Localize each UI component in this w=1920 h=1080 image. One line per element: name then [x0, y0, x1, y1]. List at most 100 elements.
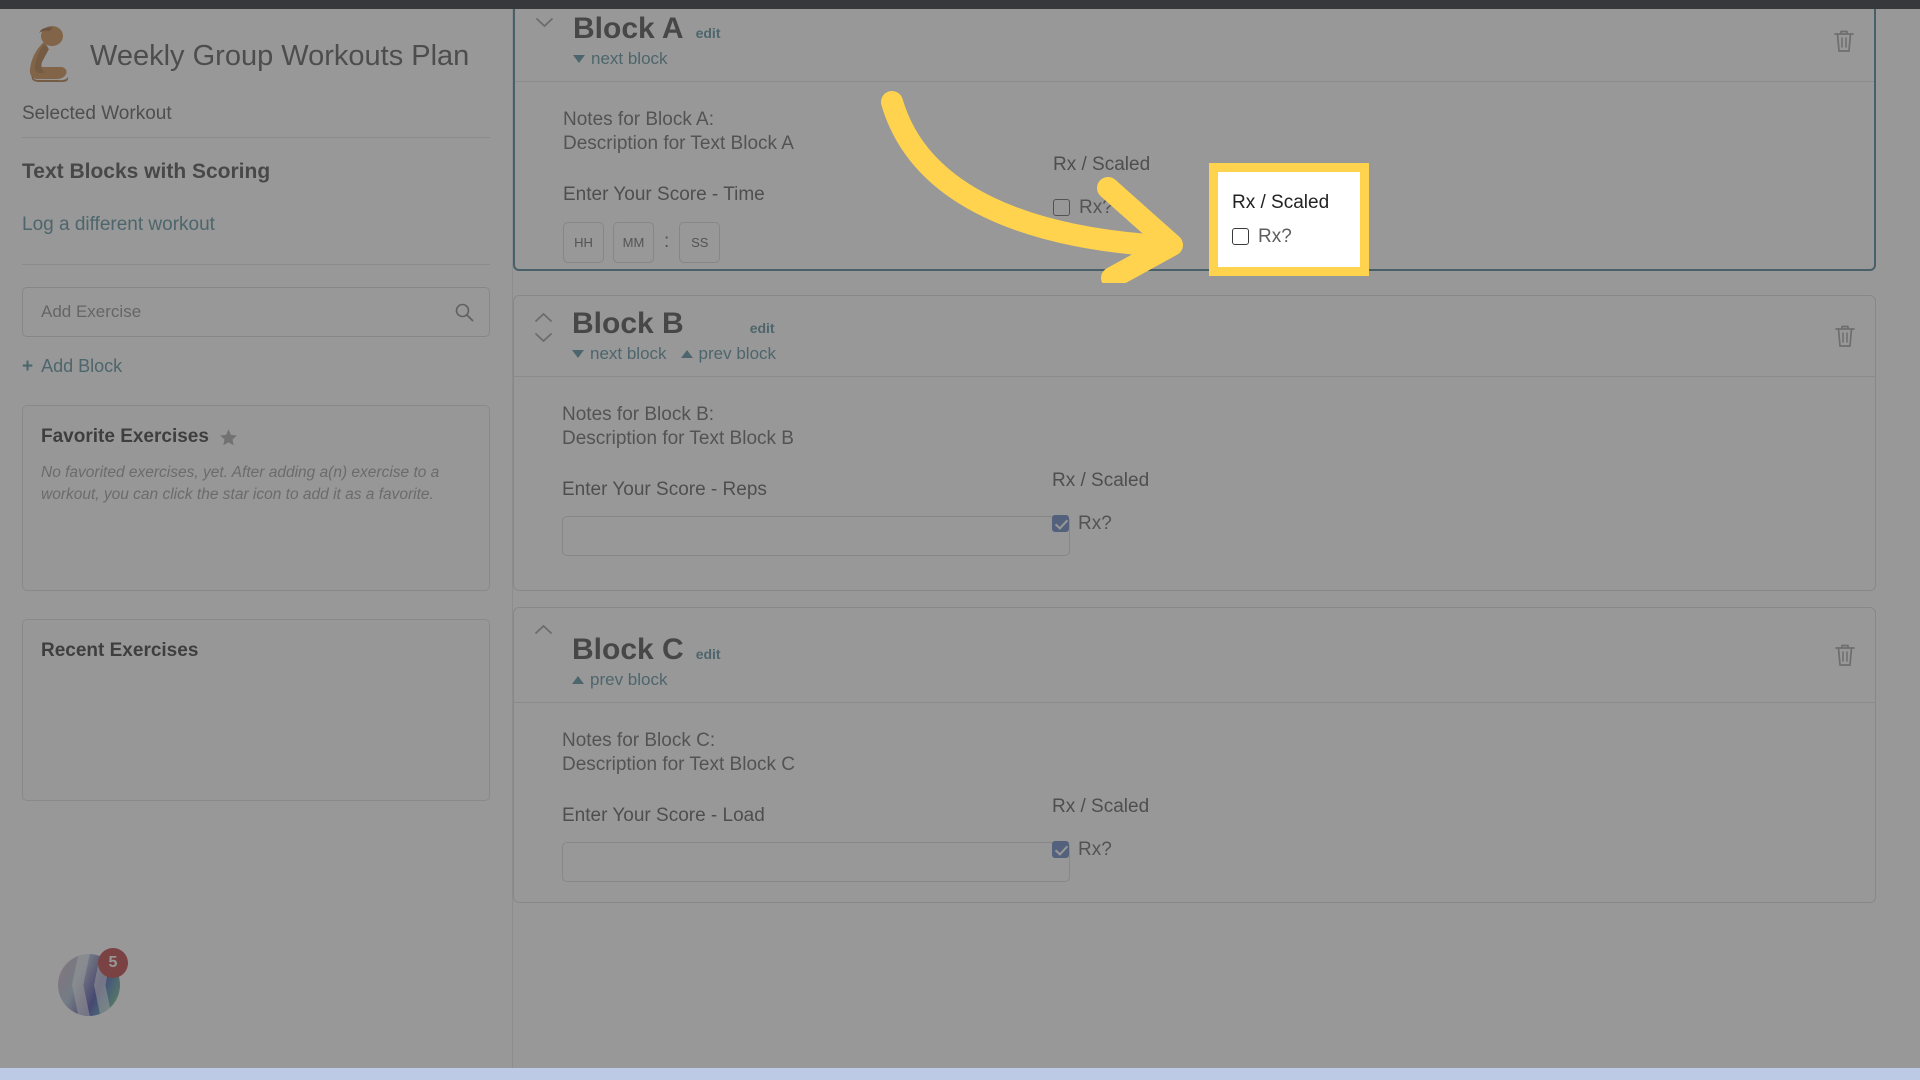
block-c-rx-label[interactable]: Rx?: [1078, 839, 1112, 861]
block-b-title-row: Block B edit: [572, 308, 1875, 340]
favorite-exercises-empty-text: No favorited exercises, yet. After addin…: [41, 464, 440, 504]
recent-exercises-title: Recent Exercises: [41, 640, 199, 661]
browser-chrome-strip: [0, 0, 1920, 9]
block-a-hours-input[interactable]: HH: [563, 221, 604, 263]
block-a-head-body: Block A edit next block: [573, 13, 1874, 69]
block-c-score-input[interactable]: [562, 841, 1070, 882]
block-b-delete-icon[interactable]: [1833, 323, 1857, 349]
block-b-prev-label: prev block: [698, 343, 777, 363]
log-different-workout-link[interactable]: Log a different workout: [22, 184, 490, 265]
star-icon: [220, 428, 237, 445]
rx-scaled-highlight-callout: Rx / Scaled Rx?: [1209, 163, 1369, 276]
block-b-rx-title: Rx / Scaled: [1052, 469, 1150, 491]
recent-exercises-panel: Recent Exercises: [22, 619, 490, 801]
curved-arrow-icon: [881, 91, 1183, 283]
block-a-delete-icon[interactable]: [1832, 28, 1856, 54]
triangle-up-icon: [680, 349, 693, 358]
block-c-edit-link[interactable]: edit: [696, 646, 721, 662]
block-b-nav-row: next block prev block: [572, 344, 1875, 364]
float-widget[interactable]: 5: [58, 948, 128, 1016]
block-card-c: Block C edit prev block Notes for Block …: [513, 607, 1876, 903]
block-header-b: Block B edit next block prev block: [514, 296, 1875, 377]
block-card-b: Block B edit next block prev block Notes…: [513, 295, 1876, 591]
block-a-next-block-link[interactable]: next block: [573, 49, 668, 69]
highlight-rx-scaled-title: Rx / Scaled: [1232, 191, 1330, 213]
block-b-prev-block-link[interactable]: prev block: [680, 343, 777, 364]
block-a-nav-row: next block: [573, 49, 1874, 69]
block-b-next-block-link[interactable]: next block: [572, 344, 667, 364]
block-b-title: Block B: [572, 307, 684, 340]
wave-stripe: [72, 954, 91, 1016]
block-b-rx-checkbox[interactable]: [1052, 515, 1069, 532]
block-a-edit-link[interactable]: edit: [696, 25, 721, 41]
block-c-nav-row: prev block: [572, 670, 1875, 690]
triangle-down-icon: [573, 54, 585, 63]
block-a-title: Block A: [573, 12, 684, 45]
brand-row: Weekly Group Workouts Plan: [22, 9, 490, 91]
highlight-rx-checkbox[interactable]: [1232, 228, 1249, 245]
favorite-exercises-title: Favorite Exercises: [41, 426, 209, 447]
block-b-body: Notes for Block B: Description for Text …: [514, 377, 1875, 586]
add-exercise-field-wrap: [22, 287, 490, 337]
block-c-prev-label: prev block: [590, 669, 668, 689]
add-block-label: Add Block: [41, 356, 123, 376]
block-c-rx-title: Rx / Scaled: [1052, 795, 1150, 817]
block-a-chevrons: [515, 13, 573, 28]
block-c-notes-label: Notes for Block C:: [562, 729, 716, 751]
block-b-score-input[interactable]: [562, 515, 1070, 556]
page-title: Weekly Group Workouts Plan: [90, 39, 470, 72]
notification-badge[interactable]: 5: [98, 948, 128, 978]
block-a-notes-text: Description for Text Block A: [563, 133, 794, 155]
triangle-up-icon: [572, 675, 584, 684]
selected-workout-label: Selected Workout: [22, 91, 490, 138]
plus-icon: +: [22, 356, 34, 377]
favorite-exercises-header: Favorite Exercises: [41, 426, 471, 448]
highlight-rx-row: Rx?: [1232, 226, 1360, 248]
block-c-score-label: Enter Your Score - Load: [562, 804, 765, 826]
kneeling-athlete-logo-icon: [29, 26, 69, 82]
add-block-button[interactable]: + Add Block: [22, 356, 122, 377]
block-c-rx-column: Rx / Scaled Rx?: [1052, 796, 1149, 861]
block-c-delete-icon[interactable]: [1833, 642, 1857, 668]
chevron-down-icon[interactable]: [535, 17, 554, 28]
block-c-chevrons: [514, 620, 572, 635]
workout-name: Text Blocks with Scoring: [22, 160, 271, 183]
block-c-rx-row: Rx?: [1052, 839, 1149, 861]
sidebar: Weekly Group Workouts Plan Selected Work…: [0, 9, 512, 1068]
block-b-chevrons: [514, 308, 572, 343]
block-b-edit-link[interactable]: edit: [750, 320, 775, 336]
block-b-rx-row: Rx?: [1052, 513, 1149, 535]
block-header-a: Block A edit next block: [515, 9, 1874, 82]
block-b-notes-label: Notes for Block B:: [562, 403, 715, 425]
bottom-strip: [0, 1068, 1920, 1080]
block-b-next-label: next block: [590, 343, 667, 363]
block-a-minutes-input[interactable]: MM: [613, 221, 654, 263]
chevron-up-icon[interactable]: [534, 312, 553, 323]
block-b-score-label: Enter Your Score - Reps: [562, 478, 767, 500]
block-b-rx-column: Rx / Scaled Rx?: [1052, 470, 1149, 535]
triangle-down-icon: [572, 349, 584, 358]
chevron-down-icon[interactable]: [534, 332, 553, 343]
block-a-notes-label: Notes for Block A:: [563, 108, 715, 130]
recent-exercises-header: Recent Exercises: [41, 640, 471, 662]
favorite-exercises-panel: Favorite Exercises No favorited exercise…: [22, 405, 490, 591]
block-c-title-row: Block C edit: [572, 634, 1875, 666]
highlight-rx-label[interactable]: Rx?: [1258, 226, 1292, 248]
block-a-title-row: Block A edit: [573, 13, 1874, 45]
block-c-head-body: Block C edit prev block: [572, 620, 1875, 690]
block-c-body: Notes for Block C: Description for Text …: [514, 703, 1875, 912]
block-c-prev-block-link[interactable]: prev block: [572, 670, 667, 690]
block-b-notes-text: Description for Text Block B: [562, 428, 794, 450]
screen-root: Weekly Group Workouts Plan Selected Work…: [0, 0, 1920, 1080]
block-b-rx-label[interactable]: Rx?: [1078, 513, 1112, 535]
time-separator: :: [664, 231, 670, 253]
block-c-notes-text: Description for Text Block C: [562, 754, 796, 776]
block-header-c: Block C edit prev block: [514, 608, 1875, 703]
chevron-up-icon[interactable]: [534, 624, 553, 635]
block-a-next-label: next block: [591, 48, 668, 68]
block-c-title: Block C: [572, 633, 684, 666]
block-c-rx-checkbox[interactable]: [1052, 841, 1069, 858]
add-exercise-input[interactable]: [22, 287, 490, 337]
block-a-seconds-input[interactable]: SS: [679, 221, 721, 263]
block-b-head-body: Block B edit next block prev block: [572, 308, 1875, 364]
